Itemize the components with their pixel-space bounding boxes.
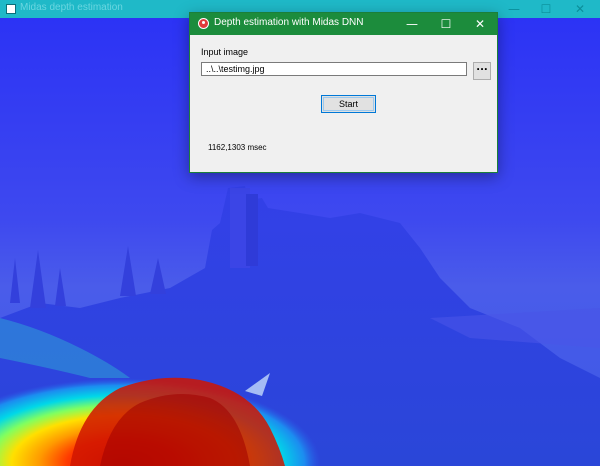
main-maximize-button[interactable]: ☐: [530, 0, 562, 18]
dialog-title: Depth estimation with Midas DNN: [214, 17, 364, 28]
input-image-path-field[interactable]: ..\..\testimg.jpg: [201, 62, 467, 76]
dialog-minimize-button[interactable]: —: [396, 13, 428, 35]
depth-estimation-dialog: Depth estimation with Midas DNN — ☐ ✕ In…: [189, 12, 498, 173]
start-button[interactable]: Start: [321, 95, 376, 113]
dialog-maximize-button[interactable]: ☐: [430, 13, 462, 35]
dialog-titlebar[interactable]: Depth estimation with Midas DNN — ☐ ✕: [190, 13, 497, 35]
dialog-close-button[interactable]: ✕: [464, 13, 496, 35]
main-close-button[interactable]: ✕: [564, 0, 596, 18]
main-app-icon: [6, 4, 16, 14]
elapsed-time-label: 1162,1303 msec: [208, 143, 267, 152]
main-window-title: Midas depth estimation: [20, 2, 123, 13]
app-icon: [198, 18, 209, 29]
main-minimize-button[interactable]: —: [498, 0, 530, 18]
input-image-label: Input image: [201, 47, 249, 57]
browse-button[interactable]: ...: [473, 62, 491, 80]
